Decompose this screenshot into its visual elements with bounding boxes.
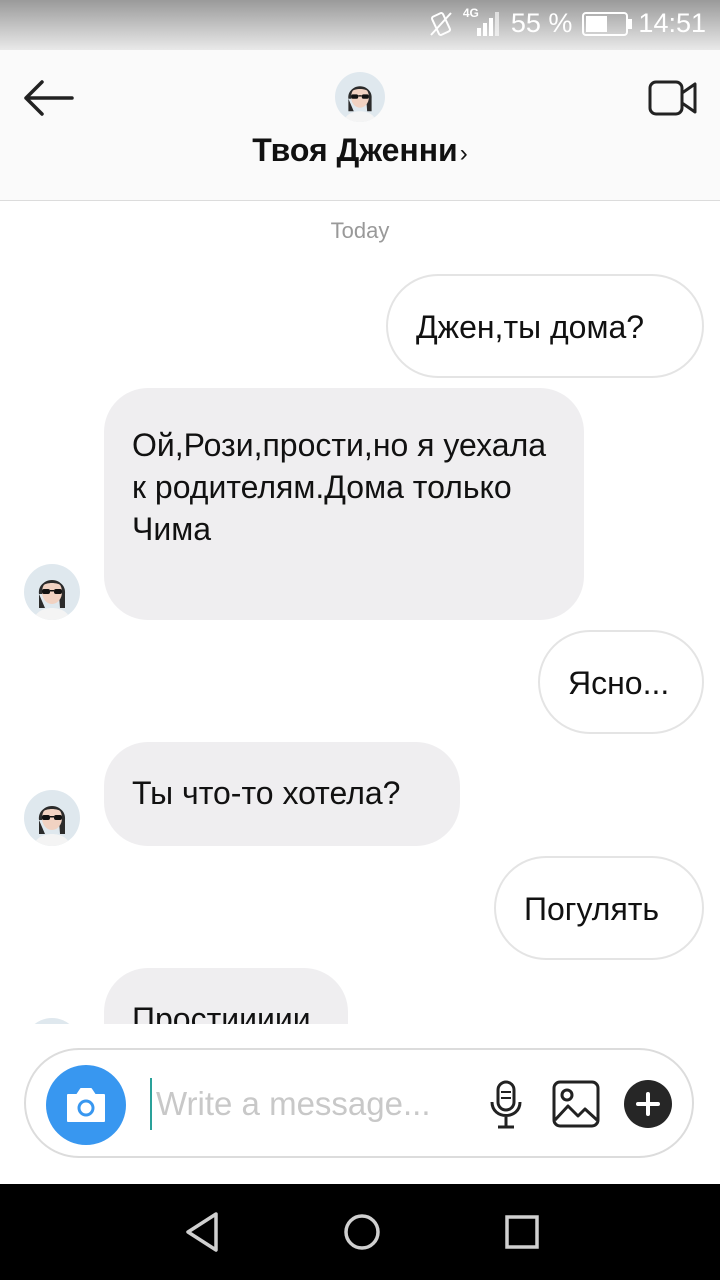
chevron-right-icon: ›	[459, 140, 468, 167]
chat-header: Твоя Дженни›	[0, 50, 720, 201]
date-divider: Today	[330, 218, 390, 243]
message-thread: Today Джен,ты дома? Ой,Рози,прости,но я …	[0, 200, 720, 1024]
video-call-icon[interactable]	[648, 78, 698, 118]
battery-icon	[582, 11, 633, 36]
message-text: Джен,ты дома?	[416, 309, 645, 345]
avatar-image	[24, 564, 80, 620]
camera-icon	[67, 1088, 105, 1122]
plus-icon[interactable]	[624, 1080, 672, 1128]
contact-avatar[interactable]	[335, 72, 385, 122]
message-text: Погулять	[524, 891, 660, 927]
sender-avatar[interactable]	[24, 564, 80, 620]
message-outgoing[interactable]: Джен,ты дома?	[386, 274, 704, 378]
clock: 14:51	[638, 8, 706, 38]
message-text: Простиииии	[132, 1001, 311, 1024]
sender-avatar[interactable]	[24, 790, 80, 846]
message-incoming[interactable]: Ой,Рози,прости,но я уехала к родителям.Д…	[104, 388, 584, 620]
message-text: Ты что-то хотела?	[132, 775, 401, 811]
battery-percent: 55 %	[510, 8, 573, 38]
message-incoming[interactable]: Ты что-то хотела?	[104, 742, 460, 846]
message-text: Ой,Рози,прости,но я уехала к родителям.Д…	[132, 427, 547, 547]
nav-recents-icon[interactable]	[502, 1210, 542, 1254]
signal-icon: 4G	[463, 6, 501, 38]
microphone-icon[interactable]	[488, 1080, 524, 1130]
message-outgoing[interactable]: Погулять	[494, 856, 704, 960]
gallery-icon[interactable]	[552, 1080, 600, 1128]
message-text: Ясно...	[568, 665, 670, 701]
vibrate-icon	[430, 11, 452, 36]
message-outgoing[interactable]: Ясно...	[538, 630, 704, 734]
message-composer	[24, 1048, 694, 1158]
message-input[interactable]	[150, 1078, 488, 1130]
avatar-image	[24, 790, 80, 846]
contact-name: Твоя Дженни	[252, 132, 458, 168]
contact-name-link[interactable]: Твоя Дженни›	[0, 132, 720, 169]
sender-avatar[interactable]	[24, 1018, 80, 1024]
message-incoming[interactable]: Простиииии	[104, 968, 348, 1024]
status-bar: 4G 55 % 14:51	[0, 0, 720, 50]
camera-button[interactable]	[46, 1065, 126, 1145]
system-nav-bar	[0, 1184, 720, 1280]
avatar-image	[24, 1018, 80, 1024]
nav-home-icon[interactable]	[340, 1210, 384, 1254]
nav-back-icon[interactable]	[182, 1210, 222, 1254]
avatar-image	[335, 72, 385, 122]
back-arrow-icon[interactable]	[20, 78, 76, 118]
battery-level	[586, 15, 608, 32]
